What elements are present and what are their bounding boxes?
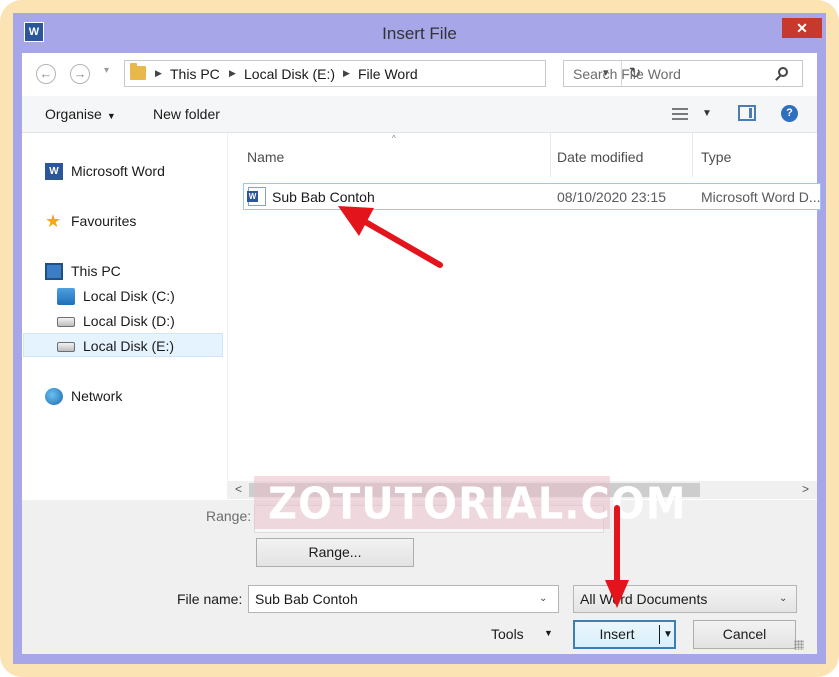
organise-menu-button[interactable]: Organise ▼ [45,106,116,122]
scroll-left-icon[interactable]: < [235,482,242,496]
tools-chevron-down-icon[interactable]: ▼ [544,628,553,638]
details-view-icon[interactable] [672,107,688,121]
computer-icon [45,263,63,280]
table-row[interactable]: W Sub Bab Contoh 08/10/2020 23:15 Micros… [243,183,821,210]
dialog-title: Insert File [382,24,457,43]
organise-label: Organise [45,106,102,122]
range-button[interactable]: Range... [256,538,414,567]
column-header-date-modified[interactable]: Date modified [557,149,643,165]
address-row: ← → ▾ ▶ This PC ▶ Local Disk (E:) ▶ File… [22,53,817,96]
resize-grip[interactable] [794,640,804,650]
nav-item-label: Network [71,388,123,404]
breadcrumb-separator-icon[interactable]: ▶ [229,68,236,79]
file-name-value: Sub Bab Contoh [255,591,358,607]
nav-item-network[interactable]: Network [45,388,123,405]
breadcrumb-this-pc[interactable]: This PC [170,66,220,82]
file-date-cell: 08/10/2020 23:15 [557,189,666,205]
scroll-right-icon[interactable]: > [802,482,809,496]
chevron-down-icon: ⌄ [779,593,788,604]
file-name-label: File name: [177,591,243,607]
split-divider [659,625,660,644]
navigation-pane: W Microsoft Word ★ Favourites This PC Lo… [22,133,228,499]
nav-item-label: Local Disk (E:) [83,338,175,354]
file-name-field[interactable]: Sub Bab Contoh ⌄ [248,585,559,613]
command-toolbar: Organise ▼ New folder ▼ ? [22,96,817,133]
recent-locations-dropdown[interactable]: ▾ [104,65,109,76]
nav-item-local-disk-d[interactable]: Local Disk (D:) [57,313,175,329]
word-document-icon: W [247,187,266,206]
search-placeholder: Search File Word [573,66,681,82]
close-button[interactable]: ✕ [782,18,822,38]
insert-button-label: Insert [599,626,635,642]
dialog-client-area: ← → ▾ ▶ This PC ▶ Local Disk (E:) ▶ File… [22,53,821,654]
insert-options-dropdown-icon[interactable]: ▼ [663,622,673,647]
file-name-cell: Sub Bab Contoh [272,189,375,205]
insert-button[interactable]: Insert ▼ [573,620,676,649]
preview-pane-icon[interactable] [738,105,756,121]
help-icon[interactable]: ? [781,105,798,122]
chevron-down-icon: ▼ [106,111,116,121]
address-bar[interactable]: ▶ This PC ▶ Local Disk (E:) ▶ File Word … [124,60,641,87]
nav-item-this-pc[interactable]: This PC [45,263,121,280]
nav-item-label: Favourites [71,213,137,229]
nav-item-label: This PC [71,263,121,279]
word-icon: W [45,163,63,180]
breadcrumb-separator-icon[interactable]: ▶ [343,68,350,79]
breadcrumb-separator-icon[interactable]: ▶ [155,68,162,79]
breadcrumb-file-word[interactable]: File Word [358,66,418,82]
nav-item-favourites[interactable]: ★ Favourites [45,212,137,230]
folder-icon [130,63,146,80]
file-type-select[interactable]: All Word Documents ⌄ [573,585,797,613]
column-divider[interactable] [692,133,693,177]
network-icon [45,388,63,405]
search-input[interactable]: Search File Word [563,60,803,87]
file-type-cell: Microsoft Word D... [701,189,821,205]
nav-item-label: Local Disk (D:) [83,313,175,329]
file-list: ^ Name Date modified Type W Sub Bab Cont… [228,133,821,499]
nav-item-local-disk-c[interactable]: Local Disk (C:) [57,288,175,305]
column-divider[interactable] [550,133,551,177]
sort-ascending-icon: ^ [392,134,396,143]
watermark-text: ZOTUTORIAL.COM [268,479,687,530]
windows-drive-icon [57,288,75,305]
nav-item-label: Microsoft Word [71,163,165,179]
drive-icon [57,342,75,352]
nav-item-microsoft-word[interactable]: W Microsoft Word [45,163,165,180]
column-header-type[interactable]: Type [701,149,731,165]
cancel-button[interactable]: Cancel [693,620,796,649]
star-icon: ★ [45,211,62,231]
watermark: ZOTUTORIAL.COM [254,476,686,530]
new-folder-button[interactable]: New folder [153,106,220,122]
back-button[interactable]: ← [36,64,56,84]
insert-file-dialog: W Insert File ✕ ← → ▾ ▶ This PC ▶ Local … [13,13,826,664]
nav-item-label: Local Disk (C:) [83,288,175,304]
nav-item-local-disk-e[interactable]: Local Disk (E:) [57,338,175,354]
range-label: Range: [206,508,252,524]
tools-menu-button[interactable]: Tools [491,626,524,642]
column-header-name[interactable]: Name [247,149,284,165]
forward-button[interactable]: → [70,64,90,84]
search-icon[interactable] [778,67,788,77]
view-options-dropdown-icon[interactable]: ▼ [702,108,712,119]
drive-icon [57,317,75,327]
breadcrumb-local-disk-e[interactable]: Local Disk (E:) [244,66,335,82]
file-type-value: All Word Documents [580,591,708,607]
title-bar: W Insert File ✕ [13,13,826,53]
chevron-down-icon[interactable]: ⌄ [539,593,547,604]
